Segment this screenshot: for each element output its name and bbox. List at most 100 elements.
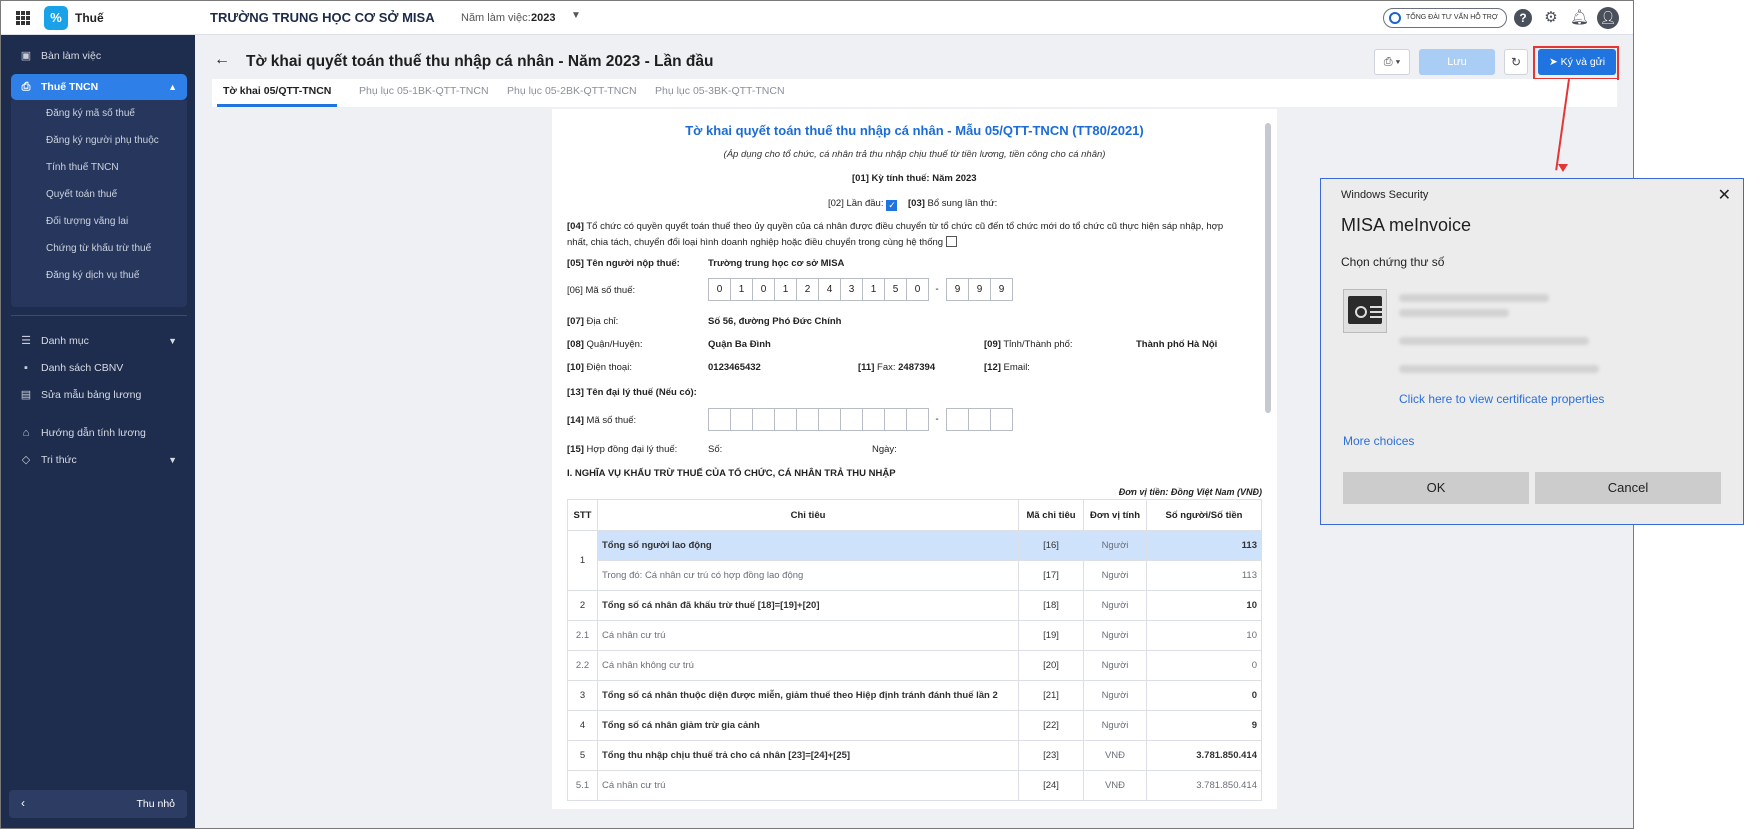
phone-icon [1389, 12, 1401, 24]
digit-box[interactable] [708, 408, 731, 431]
submenu-item[interactable]: Đối tượng vãng lai [46, 216, 128, 227]
submenu-item[interactable]: Tính thuế TNCN [46, 162, 119, 173]
row-value[interactable]: 10 [1146, 590, 1262, 621]
row-value[interactable]: 113 [1146, 530, 1262, 561]
tab-05-3bk[interactable]: Phụ lục 05-3BK-QTT-TNCN [649, 79, 791, 107]
row-value[interactable]: 113 [1146, 560, 1262, 591]
sidebar-item-salary-template[interactable]: ▤ Sửa mẫu bảng lương [11, 382, 187, 408]
digit-box[interactable] [840, 408, 863, 431]
fax-label: Fax: [877, 362, 896, 373]
more-choices-link[interactable]: More choices [1343, 434, 1414, 448]
submenu-item[interactable]: Đăng ký người phụ thuộc [46, 135, 159, 146]
windows-security-dialog: Windows Security ✕ MISA meInvoice Chọn c… [1320, 178, 1744, 525]
back-arrow-icon[interactable]: ← [214, 51, 230, 69]
year-label: Năm làm việc: [461, 12, 531, 24]
first-time-label: [02] Lần đầu: [828, 198, 884, 209]
item04-text: nhất, chia tách, chuyển đổi loại hình do… [567, 237, 944, 248]
close-icon[interactable]: ✕ [1718, 185, 1731, 205]
digit-box[interactable] [774, 408, 797, 431]
ok-button[interactable]: OK [1343, 472, 1529, 504]
sidebar-item-desk[interactable]: ▣ Bàn làm việc [11, 43, 187, 69]
sidebar-item-knowledge[interactable]: ◇ Tri thức ▼ [11, 447, 187, 473]
row-name: Tổng số người lao động [597, 530, 1019, 561]
digit-box[interactable] [862, 408, 885, 431]
certificate-icon[interactable] [1343, 289, 1387, 333]
digit-box[interactable] [796, 408, 819, 431]
first-time-checkbox[interactable]: ✓ [886, 200, 898, 211]
table-row[interactable]: 5.1 Cá nhân cư trú [24] VNĐ 3.781.850.41… [567, 770, 1262, 801]
sidebar-item-catalog[interactable]: ☰ Danh mục ▼ [11, 328, 187, 354]
digit-box[interactable] [968, 408, 991, 431]
row-value[interactable]: 9 [1146, 710, 1262, 741]
dialog-caption: Windows Security [1341, 189, 1429, 201]
hotline-button[interactable]: TỔNG ĐÀI TƯ VẤN HỖ TRỢ [1383, 8, 1507, 28]
save-button[interactable]: Lưu [1419, 49, 1495, 75]
submenu-item[interactable]: Chứng từ khấu trừ thuế [46, 243, 151, 254]
digit-box[interactable] [990, 408, 1013, 431]
digit-box[interactable] [730, 408, 753, 431]
row-value[interactable]: 0 [1146, 650, 1262, 681]
user-icon[interactable]: 👤︎ [1597, 7, 1619, 29]
table-row[interactable]: Trong đó: Cá nhân cư trú có hợp đồng lao… [568, 560, 1262, 591]
tab-05-qtt-tncn[interactable]: Tờ khai 05/QTT-TNCN [217, 79, 338, 107]
digit-box[interactable] [752, 408, 775, 431]
bell-icon[interactable]: 🔔︎ [1570, 9, 1589, 27]
cancel-button[interactable]: Cancel [1535, 472, 1721, 504]
supplement-label: Bổ sung lần thứ: [927, 198, 998, 209]
row-value[interactable]: 10 [1146, 620, 1262, 651]
grid-icon[interactable] [16, 11, 30, 25]
table-row[interactable]: 4 Tổng số cá nhân giảm trừ gia cảnh [22]… [567, 710, 1262, 741]
certificate-properties-link[interactable]: Click here to view certificate propertie… [1399, 392, 1604, 406]
row-value[interactable]: 3.781.850.414 [1146, 770, 1262, 801]
print-button[interactable]: ⎙ ▾ [1374, 49, 1410, 75]
sidebar-item-guide[interactable]: ⌂ Hướng dẫn tính lương [11, 420, 187, 446]
submenu-item[interactable]: Quyết toán thuế [46, 189, 117, 200]
table-row[interactable]: 2 Tổng số cá nhân đã khấu trừ thuế [18]=… [567, 590, 1262, 621]
taxpayer-label: [05] Tên người nộp thuế: [567, 258, 680, 269]
dash: - [935, 414, 939, 425]
table-row[interactable]: 2.1 Cá nhân cư trú [19] Người 10 [567, 620, 1262, 651]
contract-date-label: Ngày: [872, 444, 897, 455]
sidebar-item-employees[interactable]: ▪ Danh sách CBNV [11, 355, 187, 381]
divider [11, 315, 187, 316]
item04-checkbox[interactable] [946, 236, 958, 247]
table-row[interactable]: 1 Tổng số người lao động [16] Người 113 [567, 530, 1262, 591]
row-code: [23] [1018, 740, 1084, 771]
digit-box[interactable] [946, 408, 969, 431]
help-icon[interactable]: ? [1514, 9, 1532, 27]
address-code: [07] [567, 316, 584, 327]
sidebar-item-tax[interactable]: ⎙ Thuế TNCN ▲ [11, 74, 187, 100]
submenu-item[interactable]: Đăng ký dịch vụ thuế [46, 270, 139, 281]
row-unit: Người [1083, 710, 1147, 741]
sidebar-item-label: Tri thức [41, 454, 77, 466]
row-name: Tổng số cá nhân đã khấu trừ thuế [18]=[1… [597, 590, 1019, 621]
chevron-down-icon[interactable]: ▼ [571, 10, 581, 21]
submenu-item[interactable]: Đăng ký mã số thuế [46, 108, 135, 119]
email-label: [12] Email: [984, 362, 1030, 373]
year-select[interactable]: 2023 [531, 12, 555, 24]
contract-text: Hợp đồng đại lý thuế: [586, 444, 678, 455]
row-value[interactable]: 0 [1146, 680, 1262, 711]
digit-box: 1 [862, 278, 885, 301]
table-row[interactable]: 2.2 Cá nhân không cư trú [20] Người 0 [567, 650, 1262, 681]
row-stt: 3 [567, 680, 598, 711]
table-row[interactable]: 5 Tổng thu nhập chịu thuế trả cho cá nhâ… [567, 740, 1262, 771]
sidebar-item-label: Bàn làm việc [41, 50, 102, 62]
digit-box[interactable] [818, 408, 841, 431]
scrollbar[interactable] [1265, 123, 1271, 413]
refresh-button[interactable]: ↻ [1504, 49, 1528, 75]
digit-box: 1 [730, 278, 753, 301]
gear-icon[interactable]: ⚙ [1542, 9, 1560, 27]
email-text: Email: [1003, 362, 1030, 373]
digit-box[interactable] [884, 408, 907, 431]
chevron-down-icon: ▼ [168, 455, 177, 465]
agent-tax-code-boxes[interactable]: - [708, 408, 1013, 431]
table-row[interactable]: 3 Tổng số cá nhân thuộc diện được miễn, … [567, 680, 1262, 711]
digit-box[interactable] [906, 408, 929, 431]
item04-line2: nhất, chia tách, chuyển đổi loại hình do… [567, 236, 958, 248]
collapse-sidebar-button[interactable]: ‹ Thu nhỏ [9, 790, 187, 818]
tab-05-1bk[interactable]: Phụ lục 05-1BK-QTT-TNCN [353, 79, 495, 107]
column-header: Số người/Số tiền [1146, 499, 1262, 531]
row-value[interactable]: 3.781.850.414 [1146, 740, 1262, 771]
tab-05-2bk[interactable]: Phụ lục 05-2BK-QTT-TNCN [501, 79, 643, 107]
